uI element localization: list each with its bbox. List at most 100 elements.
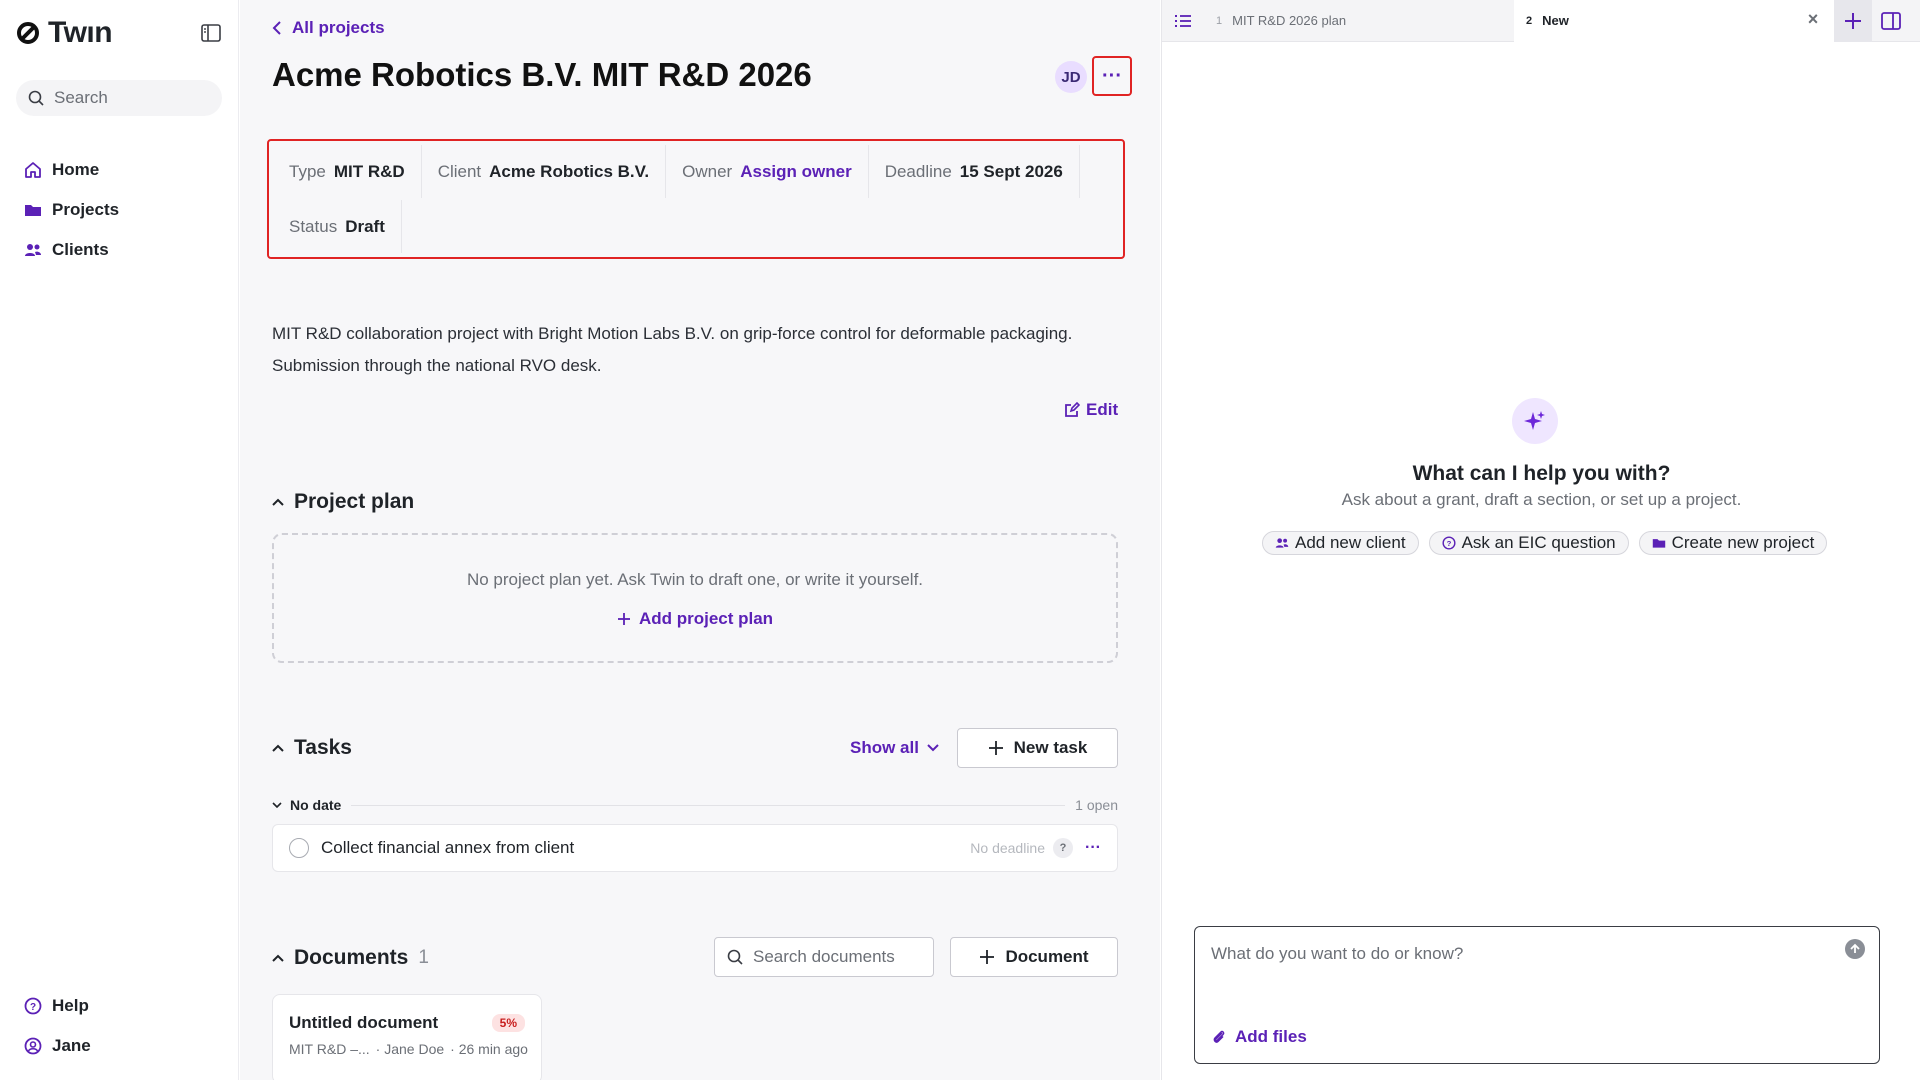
edit-label: Edit	[1086, 400, 1119, 419]
divider	[351, 804, 1066, 806]
edit-description-button[interactable]: Edit	[1064, 400, 1118, 420]
new-task-button[interactable]: New task	[957, 728, 1118, 768]
task-deadline[interactable]: No deadline	[970, 840, 1045, 856]
add-document-button[interactable]: Document	[950, 937, 1118, 977]
documents-count: 1	[418, 947, 429, 968]
description-line: Submission through the national RVO desk…	[272, 356, 602, 375]
document-card[interactable]: Untitled document 5% MIT R&D –... · Jane…	[272, 994, 542, 1080]
send-button[interactable]	[1845, 939, 1865, 959]
assistant-prompt-input[interactable]	[1211, 939, 1811, 969]
toggle-panel-button[interactable]	[1872, 0, 1910, 42]
search-icon	[28, 90, 44, 106]
add-project-plan-button[interactable]: Add project plan	[274, 609, 1116, 629]
task-complete-checkbox[interactable]	[289, 838, 309, 858]
paperclip-icon	[1213, 1030, 1225, 1043]
document-meta: MIT R&D –... · Jane Doe · 26 min ago	[289, 1041, 528, 1057]
project-more-button[interactable]: ···	[1092, 56, 1132, 96]
meta-row: Type MIT R&D Client Acme Robotics B.V. O…	[273, 145, 1080, 198]
task-group-count: 1 open	[1075, 797, 1118, 813]
edit-icon	[1065, 402, 1080, 417]
document-card-header: Untitled document 5%	[289, 1013, 525, 1033]
chip-create-new-project[interactable]: Create new project	[1638, 531, 1828, 555]
tab-number: 1	[1216, 14, 1223, 27]
add-files-button[interactable]: Add files	[1211, 1027, 1307, 1047]
tab-label: MIT R&D 2026 plan	[1232, 13, 1347, 28]
add-document-label: Document	[1005, 947, 1089, 966]
project-plan-header[interactable]: Project plan	[272, 490, 414, 514]
section-title: Tasks	[294, 736, 352, 759]
documents-header[interactable]: Documents 1	[272, 946, 429, 970]
meta-label: Deadline	[884, 161, 952, 181]
sidebar-bottom: ? Help Jane	[16, 986, 222, 1066]
home-icon	[25, 162, 41, 178]
meta-label: Type	[289, 161, 326, 181]
chevron-up-icon	[272, 954, 284, 962]
back-to-projects-link[interactable]: All projects	[272, 18, 385, 38]
meta-row: Status Draft	[273, 200, 402, 253]
document-progress-badge: 5%	[491, 1014, 525, 1032]
project-description: MIT R&D collaboration project with Brigh…	[272, 318, 1102, 382]
plus-icon	[988, 741, 1003, 755]
section-title: Documents	[294, 946, 409, 969]
folder-icon	[1652, 539, 1665, 548]
sidebar-item-projects[interactable]: Projects	[16, 190, 222, 230]
sidebar-item-label: Clients	[52, 240, 109, 259]
tab-list-button[interactable]	[1162, 0, 1204, 42]
add-files-label: Add files	[1235, 1027, 1307, 1046]
sidebar-toggle-icon	[201, 24, 221, 42]
list-icon	[1175, 14, 1191, 27]
folder-icon	[25, 205, 41, 216]
meta-value: Draft	[345, 216, 385, 236]
meta-client[interactable]: Client Acme Robotics B.V.	[421, 145, 667, 198]
owner-avatar[interactable]: JD	[1055, 61, 1087, 93]
tab-new[interactable]: 2 New ×	[1514, 0, 1834, 42]
meta-label: Client	[437, 161, 482, 181]
tab-label: New	[1542, 13, 1569, 28]
chip-add-new-client[interactable]: Add new client	[1262, 531, 1419, 555]
assistant-tabbar: 1 MIT R&D 2026 plan 2 New ×	[1162, 0, 1920, 42]
meta-value: MIT R&D	[333, 161, 405, 181]
sidebar-nav: Home Projects Clients	[16, 150, 222, 270]
add-project-plan-label: Add project plan	[638, 609, 774, 628]
chip-label: Create new project	[1671, 533, 1815, 552]
tab-number: 2	[1526, 14, 1533, 27]
meta-type[interactable]: Type MIT R&D	[273, 145, 422, 198]
page-title: Acme Robotics B.V. MIT R&D 2026	[272, 56, 812, 93]
task-group-no-date[interactable]: No date 1 open	[272, 795, 1118, 815]
assign-owner-link[interactable]: Assign owner	[740, 162, 851, 182]
brand-logo[interactable]: Twın	[16, 16, 113, 50]
task-group-label: No date	[290, 797, 342, 813]
arrow-up-icon	[1850, 943, 1860, 953]
chip-ask-eic-question[interactable]: ? Ask an EIC question	[1428, 531, 1629, 555]
sidebar-item-label: Jane	[52, 1036, 91, 1055]
back-link-label: All projects	[292, 18, 385, 37]
tasks-header[interactable]: Tasks	[272, 736, 352, 760]
sidebar-item-home[interactable]: Home	[16, 150, 222, 190]
sparkle-icon	[1512, 398, 1558, 444]
documents-search-input[interactable]: Search documents	[714, 937, 934, 977]
chevron-up-icon	[272, 498, 284, 506]
meta-label: Status	[289, 216, 338, 236]
task-assignee-unknown-badge[interactable]: ?	[1053, 838, 1074, 858]
users-icon	[1275, 538, 1289, 548]
task-row[interactable]: Collect financial annex from client No d…	[272, 824, 1118, 872]
task-group-toggle[interactable]: No date	[272, 797, 341, 813]
svg-text:?: ?	[1446, 539, 1451, 548]
project-plan-empty-text: No project plan yet. Ask Twin to draft o…	[466, 570, 924, 589]
sidebar-item-help[interactable]: ? Help	[16, 986, 222, 1026]
meta-deadline[interactable]: Deadline 15 Sept 2026	[868, 145, 1080, 198]
sidebar-item-user[interactable]: Jane	[16, 1026, 222, 1066]
task-more-button[interactable]: ···	[1085, 839, 1101, 857]
meta-status[interactable]: Status Draft	[273, 200, 402, 253]
tab-mit-plan[interactable]: 1 MIT R&D 2026 plan	[1204, 0, 1514, 42]
document-time: · 26 min ago	[450, 1041, 528, 1057]
sidebar-search[interactable]: Search	[16, 80, 222, 116]
new-tab-button[interactable]	[1834, 0, 1872, 42]
sidebar-item-clients[interactable]: Clients	[16, 230, 222, 270]
close-tab-icon[interactable]: ×	[1804, 9, 1822, 29]
twin-logo-icon	[17, 22, 39, 44]
assistant-welcome-subtitle: Ask about a grant, draft a section, or s…	[1341, 490, 1742, 509]
meta-owner[interactable]: Owner Assign owner	[666, 145, 869, 198]
show-all-tasks-dropdown[interactable]: Show all	[850, 738, 939, 758]
sidebar-collapse-button[interactable]	[199, 21, 223, 45]
